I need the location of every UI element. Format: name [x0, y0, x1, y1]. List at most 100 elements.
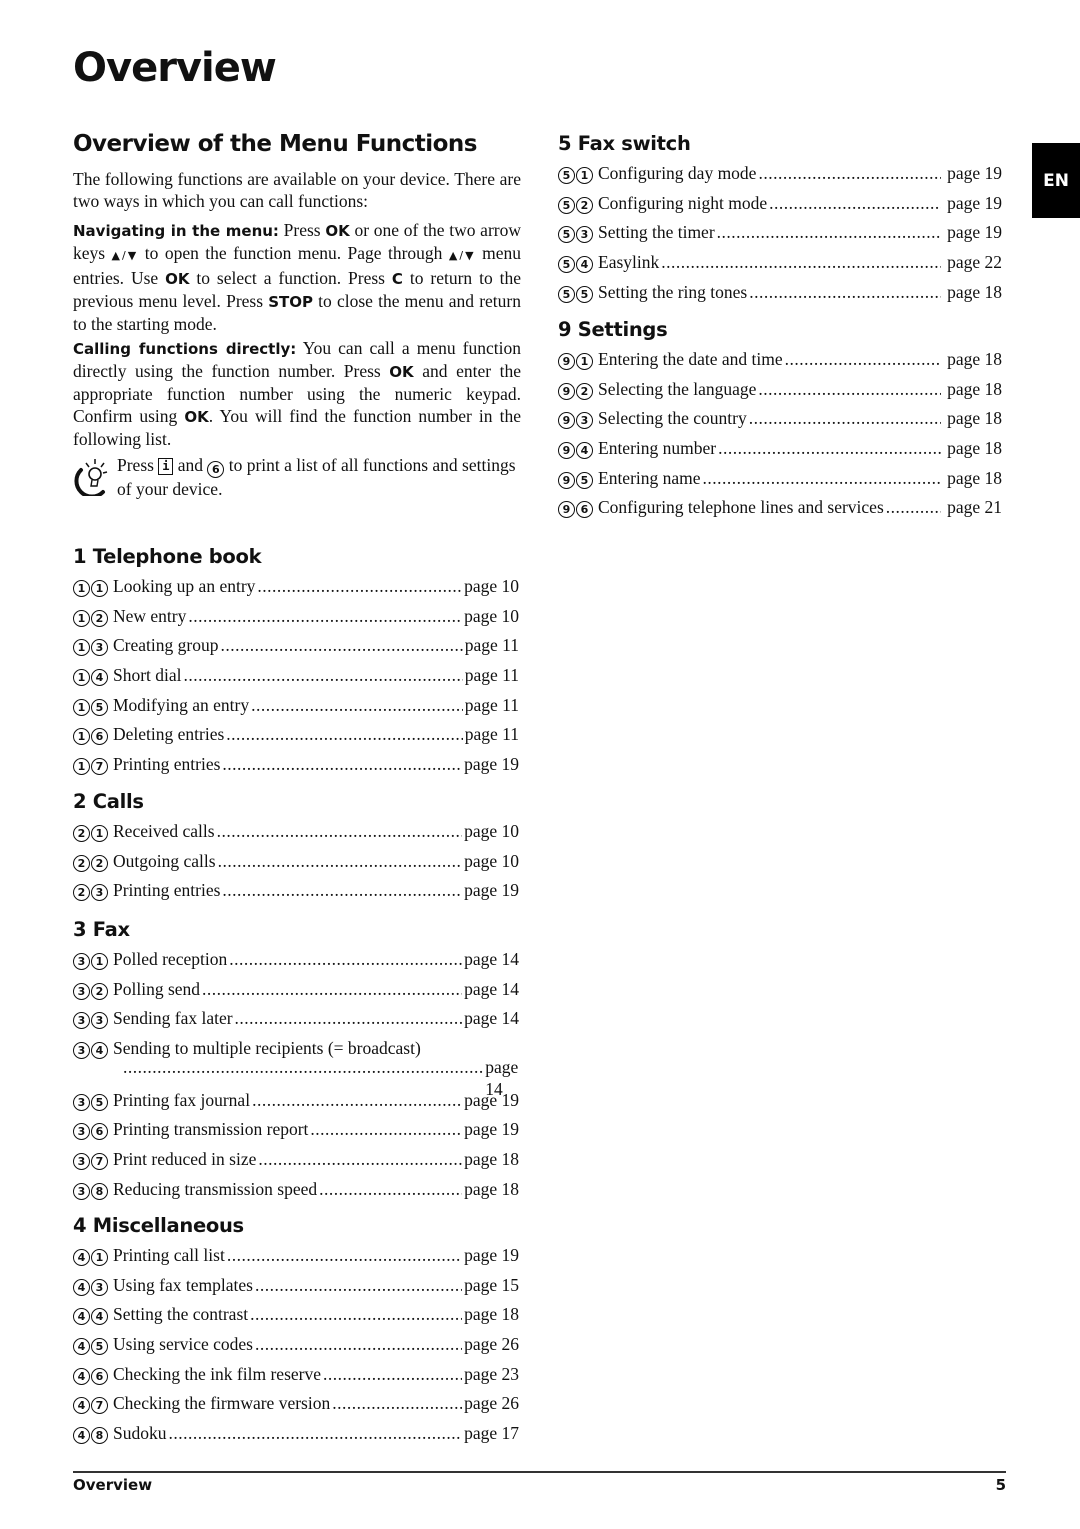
circled-digit-icon: 2 — [73, 825, 90, 842]
circled-digit-icon: 5 — [558, 256, 575, 274]
page-title: Overview — [73, 45, 277, 91]
circled-digit-icon: 1 — [91, 1249, 108, 1266]
circled-digit-icon: 2 — [576, 196, 593, 214]
key-ok: OK — [184, 408, 209, 426]
circled-digit-icon: 5 — [576, 285, 593, 303]
dot-leader — [252, 1086, 462, 1116]
intro-paragraph: The following functions are available on… — [73, 169, 521, 211]
dot-leader — [217, 817, 463, 847]
page-reference: page 18 — [464, 1149, 519, 1170]
circled-digit-icon: 1 — [73, 580, 90, 597]
circled-digit-icon: 8 — [91, 1427, 108, 1445]
page-reference: page 18 — [947, 438, 1002, 459]
footer-rule — [73, 1471, 1006, 1473]
page-reference: page 19 — [947, 192, 1002, 213]
menu-entry: 53 Setting the timer page 19 — [558, 218, 1002, 248]
menu-entry: 9 6 Configuring telephone lines and servic… — [558, 493, 1002, 523]
circled-digit-icon: 3 — [73, 1123, 90, 1141]
circled-digit-icon: 8 — [91, 1182, 108, 1200]
function-code: 92 — [558, 382, 593, 400]
circled-digit-icon: 4 — [91, 1308, 108, 1326]
page-reference: page 23 — [464, 1363, 519, 1384]
circled-digit-icon: 6 — [91, 1367, 108, 1385]
page-reference: page 19 — [464, 754, 519, 775]
circled-digit-icon: 4 — [73, 1338, 90, 1356]
dot-leader — [769, 189, 941, 219]
entry-label: Configuring day mode — [598, 163, 757, 183]
circled-digit-icon: 3 — [73, 1012, 90, 1030]
dot-leader — [785, 345, 941, 375]
menu-entry: 52 Configuring night mode page 19 — [558, 189, 1002, 219]
circled-digit-icon: 4 — [73, 1367, 90, 1385]
circled-digit-icon: 9 — [558, 412, 575, 430]
dot-leader — [229, 945, 462, 975]
page-reference: page 19 — [464, 880, 519, 901]
language-tab: EN — [1032, 143, 1080, 218]
menu-entry: 91 Entering the date and time page 18 — [558, 345, 1002, 375]
dot-leader — [222, 876, 462, 906]
dot-leader — [235, 1004, 463, 1034]
menu-entry-continuation: page 14 — [73, 1056, 519, 1099]
dot-leader — [310, 1115, 462, 1145]
dot-leader — [332, 1389, 462, 1419]
page-reference: page 18 — [464, 1304, 519, 1325]
page-reference: page 18 — [947, 349, 1002, 369]
menu-entry: 21 Received calls page 10 — [73, 817, 519, 847]
menu-entry: 35 Printing fax journal page 19 — [73, 1086, 519, 1116]
circled-digit-icon: 7 — [91, 758, 108, 776]
circled-digit-icon: 4 — [91, 1042, 108, 1060]
function-code: 41 — [73, 1249, 108, 1266]
function-code: 46 — [73, 1367, 108, 1385]
page-reference: page 19 — [464, 1119, 519, 1140]
function-code: 47 — [73, 1397, 108, 1415]
circled-digit-icon: 6 — [91, 1123, 108, 1141]
circled-digit-icon: 7 — [91, 1153, 108, 1171]
dot-leader — [758, 159, 941, 189]
dot-leader — [703, 464, 942, 494]
menu-group-miscellaneous: 4 Miscellaneous 41Printing call listpage… — [73, 1213, 519, 1449]
text: and — [173, 455, 208, 475]
page-reference: page 10 — [464, 821, 519, 841]
dot-leader — [168, 1419, 462, 1449]
key-c: C — [391, 270, 403, 288]
circled-digit-icon: 9 — [558, 501, 575, 519]
menu-entry: 17 Printing entries page 19 — [73, 750, 519, 780]
entry-label: Selecting the country — [598, 408, 747, 429]
circled-digit-icon: 1 — [73, 669, 90, 687]
menu-entry: 45 Using service codes page 26 — [73, 1330, 519, 1360]
page-reference: page 22 — [947, 252, 1002, 273]
section-title: Overview of the Menu Functions — [73, 131, 477, 157]
menu-entry: 33 Sending fax later page 14 — [73, 1004, 519, 1034]
group-title: 3 Fax — [73, 918, 130, 941]
circled-digit-icon: 3 — [91, 639, 108, 657]
circled-digit-icon: 2 — [73, 884, 90, 902]
function-code: 11 — [73, 580, 108, 597]
menu-entry: 16 Deleting entries page 11 — [73, 720, 519, 750]
page-reference: page 10 — [464, 605, 519, 626]
entry-label: Reducing transmission speed — [113, 1178, 318, 1199]
function-code: 36 — [73, 1123, 108, 1141]
dot-leader — [220, 631, 462, 661]
info-key-icon: i — [158, 458, 174, 475]
dot-leader — [886, 493, 941, 523]
function-code: 14 — [73, 669, 108, 687]
calling-lead: Calling functions directly: — [73, 340, 297, 358]
page-reference: page 18 — [947, 408, 1002, 429]
function-code: 16 — [73, 728, 108, 746]
circled-digit-icon: 4 — [576, 442, 593, 460]
page-reference: page 14 — [464, 949, 519, 969]
entry-label: Print reduced in size — [113, 1149, 257, 1170]
circled-digit-icon: 3 — [73, 1153, 90, 1171]
circled-digit-icon: 2 — [73, 854, 90, 872]
circled-digit-icon: 3 — [91, 884, 108, 902]
function-code: 34 — [73, 1042, 108, 1060]
entry-label: Setting the contrast — [113, 1304, 249, 1325]
circled-digit-icon: 3 — [91, 1012, 108, 1030]
circled-digit-icon: 1 — [91, 953, 108, 970]
dot-leader — [255, 1271, 462, 1301]
entry-label: Using fax templates — [113, 1274, 253, 1295]
function-code: 22 — [73, 854, 108, 872]
entry-label: Printing fax journal — [113, 1089, 251, 1110]
circled-digit-icon: 1 — [73, 639, 90, 657]
circled-digit-icon: 3 — [73, 982, 90, 1000]
